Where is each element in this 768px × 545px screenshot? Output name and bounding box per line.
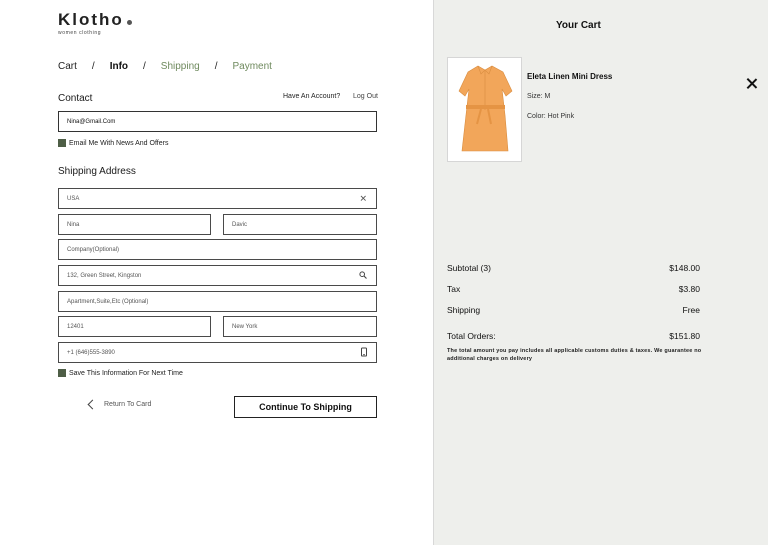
- save-info-checkbox[interactable]: Save This Information For Next Time: [58, 369, 183, 377]
- tax-row: Tax $3.80: [447, 284, 700, 294]
- total-row: Total Orders: $151.80: [447, 331, 700, 341]
- first-name-value: Nina: [67, 221, 80, 228]
- product-color: Color: Hot Pink: [527, 113, 575, 120]
- logout-link[interactable]: Log Out: [353, 93, 378, 100]
- breadcrumb-cart[interactable]: Cart: [58, 61, 77, 72]
- shipping-address-heading: Shipping Address: [58, 166, 136, 177]
- subtotal-value: $148.00: [669, 263, 700, 273]
- checkbox-checked[interactable]: [58, 369, 66, 377]
- shipping-row: Shipping Free: [447, 305, 700, 315]
- product-name[interactable]: Eleta Linen Mini Dress: [527, 72, 612, 81]
- breadcrumb-info[interactable]: Info: [110, 61, 128, 72]
- save-info-label: Save This Information For Next Time: [69, 369, 183, 377]
- newsletter-label: Email Me With News And Offers: [69, 139, 169, 147]
- contact-heading: Contact: [58, 93, 93, 104]
- mobile-phone-icon: [361, 347, 367, 358]
- address-value: 132, Green Street, Kingston: [67, 272, 142, 279]
- country-select[interactable]: USA ✕: [58, 188, 377, 209]
- cart-title: Your Cart: [556, 20, 601, 31]
- continue-to-shipping-button[interactable]: Continue To Shipping: [234, 396, 377, 418]
- close-icon[interactable]: [746, 78, 757, 89]
- brand-name: Klotho: [58, 10, 124, 29]
- search-icon[interactable]: [359, 270, 367, 281]
- product-image[interactable]: [447, 57, 522, 162]
- newsletter-checkbox[interactable]: Email Me With News And Offers: [58, 139, 168, 147]
- customs-note: The total amount you pay includes all ap…: [447, 348, 702, 362]
- city-value: New York: [232, 323, 258, 330]
- checkout-form-panel: Klotho women clothing Cart / Info / Ship…: [0, 0, 433, 545]
- close-icon[interactable]: ✕: [359, 193, 367, 204]
- return-label: Return To Card: [104, 401, 152, 408]
- product-size: Size: M: [527, 93, 551, 100]
- tax-value: $3.80: [678, 284, 700, 294]
- tax-label: Tax: [447, 284, 461, 294]
- address-field[interactable]: 132, Green Street, Kingston: [58, 265, 377, 286]
- breadcrumb: Cart / Info / Shipping / Payment: [58, 61, 272, 72]
- breadcrumb-separator: /: [143, 61, 146, 72]
- company-placeholder: Company(Optional): [67, 246, 120, 253]
- zip-value: 12401: [67, 323, 84, 330]
- breadcrumb-payment[interactable]: Payment: [233, 61, 272, 72]
- breadcrumb-shipping[interactable]: Shipping: [161, 61, 200, 72]
- checkbox-checked[interactable]: [58, 139, 66, 147]
- email-value: Nina@Gmail.Com: [67, 118, 116, 125]
- shipping-label: Shipping: [447, 305, 481, 315]
- brand-tagline: women clothing: [58, 30, 102, 36]
- phone-value: +1 (646)555-3890: [67, 349, 115, 356]
- apartment-field[interactable]: Apartment,Suite,Etc (Optional): [58, 291, 377, 312]
- subtotal-label: Subtotal (3): [447, 263, 491, 273]
- last-name-value: Davic: [232, 221, 248, 228]
- subtotal-row: Subtotal (3) $148.00: [447, 263, 700, 273]
- brand-logo[interactable]: Klotho women clothing: [58, 10, 132, 36]
- return-to-cart-link[interactable]: Return To Card: [86, 399, 152, 410]
- logo-dot: [126, 19, 132, 25]
- city-field[interactable]: New York: [223, 316, 377, 337]
- breadcrumb-separator: /: [91, 61, 95, 72]
- shipping-value: Free: [682, 305, 700, 315]
- zip-field[interactable]: 12401: [58, 316, 211, 337]
- chevron-left-icon: [87, 399, 98, 410]
- breadcrumb-separator: /: [214, 61, 218, 72]
- company-field[interactable]: Company(Optional): [58, 239, 377, 260]
- total-label: Total Orders:: [447, 331, 496, 341]
- last-name-field[interactable]: Davic: [223, 214, 377, 235]
- phone-field[interactable]: +1 (646)555-3890: [58, 342, 377, 363]
- have-account-link[interactable]: Have An Account?: [283, 93, 340, 100]
- apartment-placeholder: Apartment,Suite,Etc (Optional): [67, 298, 149, 305]
- total-value: $151.80: [669, 331, 700, 341]
- first-name-field[interactable]: Nina: [58, 214, 211, 235]
- country-value: USA: [67, 195, 80, 202]
- email-field[interactable]: Nina@Gmail.Com: [58, 111, 377, 132]
